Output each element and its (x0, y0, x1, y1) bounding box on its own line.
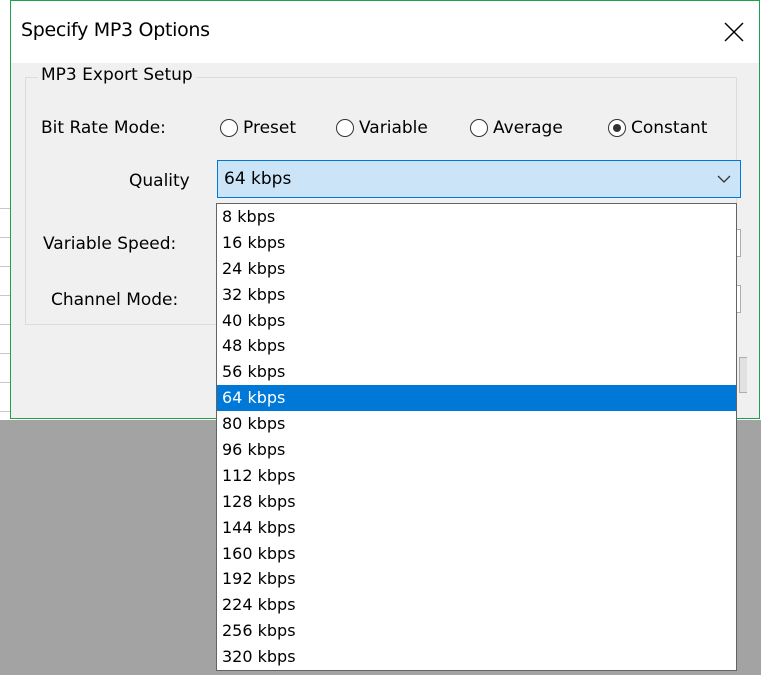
list-item[interactable]: 16 kbps (217, 230, 736, 256)
variable-speed-label: Variable Speed: (43, 234, 177, 254)
list-item[interactable]: 256 kbps (217, 618, 736, 644)
quality-combobox[interactable]: 64 kbps (217, 160, 741, 198)
list-item[interactable]: 320 kbps (217, 644, 736, 670)
list-item[interactable]: 32 kbps (217, 282, 736, 308)
radio-circle (470, 119, 488, 137)
list-item[interactable]: 128 kbps (217, 489, 736, 515)
list-item[interactable]: 80 kbps (217, 411, 736, 437)
radio-variable[interactable]: Variable (336, 118, 428, 138)
list-item[interactable]: 48 kbps (217, 333, 736, 359)
radio-constant[interactable]: Constant (608, 118, 707, 138)
list-item[interactable]: 96 kbps (217, 437, 736, 463)
radio-average-label: Average (493, 118, 563, 138)
radio-circle (336, 119, 354, 137)
radio-variable-label: Variable (359, 118, 428, 138)
radio-preset[interactable]: Preset (220, 118, 296, 138)
radio-average[interactable]: Average (470, 118, 563, 138)
radio-dot (613, 124, 621, 132)
chevron-down-icon (717, 175, 731, 183)
close-button[interactable] (709, 9, 759, 55)
list-item[interactable]: 56 kbps (217, 359, 736, 385)
radio-preset-label: Preset (243, 118, 297, 138)
list-item[interactable]: 8 kbps (217, 204, 736, 230)
ok-button[interactable] (739, 357, 747, 393)
list-item[interactable]: 224 kbps (217, 592, 736, 618)
list-item-selected[interactable]: 64 kbps (217, 385, 736, 412)
quality-dropdown-list: 8 kbps 16 kbps 24 kbps 32 kbps 40 kbps 4… (216, 203, 737, 671)
quality-label: Quality (129, 171, 190, 191)
group-legend: MP3 Export Setup (38, 65, 196, 85)
list-item[interactable]: 40 kbps (217, 308, 736, 334)
radio-circle (220, 119, 238, 137)
list-item[interactable]: 144 kbps (217, 515, 736, 541)
list-item[interactable]: 192 kbps (217, 566, 736, 592)
list-item[interactable]: 112 kbps (217, 463, 736, 489)
radio-constant-label: Constant (631, 118, 708, 138)
bit-rate-mode-label: Bit Rate Mode: (41, 118, 166, 138)
title-bar: Specify MP3 Options (11, 1, 759, 63)
channel-mode-label: Channel Mode: (51, 290, 179, 310)
list-item[interactable]: 160 kbps (217, 541, 736, 567)
quality-value: 64 kbps (224, 169, 292, 189)
dialog-title: Specify MP3 Options (21, 19, 210, 41)
close-icon (724, 22, 744, 42)
radio-circle-checked (608, 119, 626, 137)
list-item[interactable]: 24 kbps (217, 256, 736, 282)
